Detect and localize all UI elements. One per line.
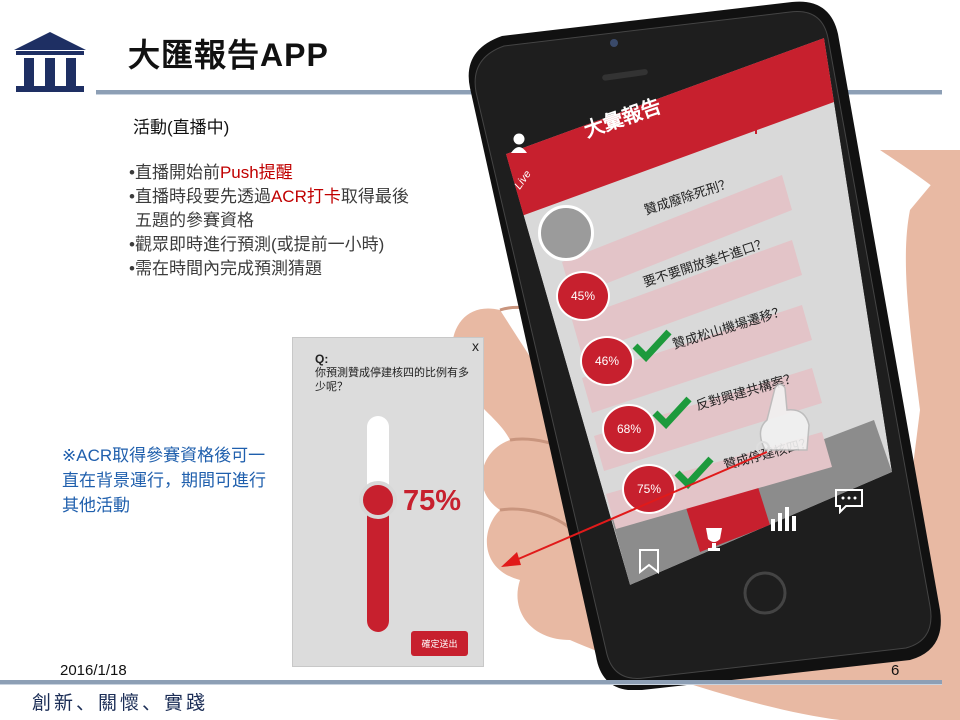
question-percent-badge: 68%	[602, 404, 656, 454]
submit-button[interactable]: 確定送出	[411, 631, 468, 656]
question-label: Q:	[315, 352, 329, 366]
user-icon[interactable]	[510, 132, 528, 154]
page-number: 6	[891, 662, 900, 679]
percent-value: 75%	[403, 485, 461, 517]
chat-icon[interactable]	[834, 488, 864, 519]
bullet-item-continuation: 五題的參賽資格	[135, 211, 254, 230]
red-arrow-pointer	[501, 451, 768, 567]
footer-divider	[0, 680, 942, 685]
checkmark-icon	[632, 328, 672, 367]
slider-fill	[367, 500, 389, 632]
footer-motto: 創新、關懷、實踐	[32, 692, 209, 714]
pillar-building-logo-icon	[14, 32, 86, 92]
question-circle-empty[interactable]	[538, 205, 594, 261]
checkmark-icon	[652, 395, 692, 434]
front-camera-icon	[610, 39, 618, 47]
bullet-item: •直播開始前Push提醒	[129, 163, 293, 182]
slider-knob	[359, 481, 397, 519]
question-percent-badge: 46%	[580, 336, 634, 386]
bullet-item: •觀眾即時進行預測(或提前一小時)	[129, 235, 385, 254]
prediction-popup: x Q: 你預測贊成停建核四的比例有多少呢？ 75% 確定送出	[292, 337, 484, 667]
bullet-item: •需在時間內完成預測猜題	[129, 259, 322, 278]
bullet-list: •直播開始前Push提醒 •直播時段要先透過ACR打卡取得最後 五題的參賽資格 …	[129, 161, 489, 281]
activity-heading: 活動(直播中)	[133, 118, 230, 137]
percentage-slider[interactable]: 75%	[353, 414, 473, 640]
page-title: 大匯報告APP	[128, 37, 329, 73]
acr-note: ※ACR取得參賽資格後可一直在背景運行，期間可進行其他活動	[62, 446, 266, 515]
close-icon[interactable]: x	[472, 338, 479, 354]
microphone-icon[interactable]	[748, 110, 764, 136]
bullet-item: •直播時段要先透過ACR打卡取得最後	[129, 187, 409, 206]
smartphone	[468, 1, 941, 690]
question-percent-badge: 45%	[556, 271, 610, 321]
slide-date: 2016/1/18	[60, 662, 127, 679]
question-text: 你預測贊成停建核四的比例有多少呢？	[315, 367, 469, 393]
